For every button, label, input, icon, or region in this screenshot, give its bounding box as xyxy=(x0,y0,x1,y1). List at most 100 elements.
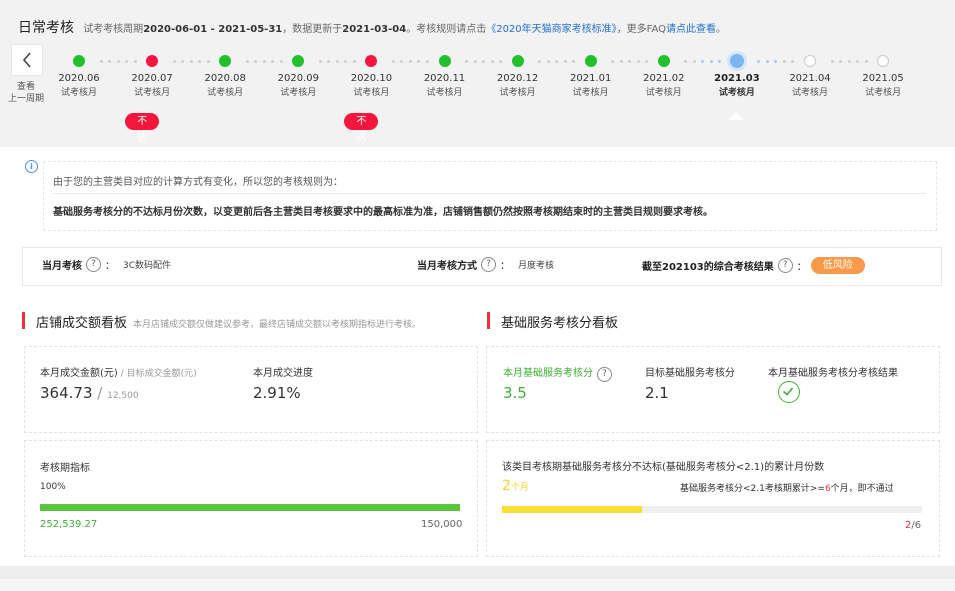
month-label: 2020.11 xyxy=(423,73,466,84)
timeline-month-2020.09[interactable]: 2020.09 试考核月 xyxy=(268,72,328,100)
help-icon[interactable]: ? xyxy=(597,367,612,382)
timeline-connector-dot xyxy=(318,59,322,63)
help-icon[interactable]: ? xyxy=(481,257,496,272)
timeline-connector-dot xyxy=(425,59,429,63)
fail-fraction: 2/6 xyxy=(905,520,922,531)
timeline-month-2020.08[interactable]: 2020.08 试考核月 xyxy=(195,72,255,100)
timeline-connector-dot xyxy=(254,59,258,63)
current-month-pointer xyxy=(728,112,744,120)
timeline-month-2020.06[interactable]: 2020.06 试考核月 xyxy=(49,72,109,100)
current-assessment: 当月考核 ? ： 3C数码配件 xyxy=(42,257,172,272)
month-sub-label: 试考核月 xyxy=(60,88,97,98)
month-label: 2021.01 xyxy=(570,73,612,84)
timeline-connector-dot xyxy=(473,59,477,63)
score-label: 本月基础服务考核分? xyxy=(503,364,616,382)
sales-board-desc: 本月店铺成交额仅做建议参考，最终店铺成交额以考核期指标进行考核。 xyxy=(133,320,422,330)
bottom-strip xyxy=(0,579,955,591)
timeline-month-2021.05[interactable]: 2021.05 试考核月 xyxy=(853,72,913,100)
timeline-connector-dot xyxy=(391,59,395,63)
timeline-dot-2021.01[interactable] xyxy=(584,55,597,67)
rules-link[interactable]: 《2020年天猫商家考核标准》 xyxy=(486,24,616,35)
fail-rule: 基础服务考核分<2.1考核期累计>=6个月，即不通过 xyxy=(680,484,894,494)
assessment-period: 2020-06-01 - 2021-05-31 xyxy=(143,24,283,35)
timeline-connector-dot xyxy=(262,59,266,63)
timeline-connector-dot xyxy=(563,59,567,63)
period-percent: 100% xyxy=(40,482,66,492)
timeline-connector-dot xyxy=(830,59,834,63)
timeline-month-2020.10[interactable]: 2020.10 试考核月 xyxy=(341,72,401,100)
check-circle-icon xyxy=(778,381,800,403)
month-label: 2020.06 xyxy=(58,73,100,84)
month-label: 2021.02 xyxy=(643,73,685,84)
risk-badge: 低风险 xyxy=(810,257,865,274)
timeline-month-2021.03[interactable]: 2021.03 试考核月 xyxy=(707,72,767,100)
timeline-connector-dot xyxy=(465,59,468,63)
timeline-dot-2021.05[interactable] xyxy=(877,55,890,67)
timeline-month-2020.11[interactable]: 2020.11 试考核月 xyxy=(415,72,475,100)
timeline-connector-dot xyxy=(546,59,550,63)
period-progress-bar xyxy=(40,504,460,511)
amount-label: 本月成交金额(元) / 目标成交金额(元) xyxy=(40,368,197,379)
fail-progress-bar xyxy=(502,506,922,513)
timeline-connector-dot xyxy=(636,59,640,63)
help-icon[interactable]: ? xyxy=(777,258,793,273)
period-value: 252,539.27 xyxy=(40,519,98,530)
timeline-connector-dot xyxy=(327,59,331,63)
period-label: 考核期指标 xyxy=(40,463,90,474)
target-score-label: 目标基础服务考核分 xyxy=(645,368,735,379)
month-label: 2020.10 xyxy=(350,73,393,84)
timeline-dot-2021.02[interactable] xyxy=(657,55,670,67)
timeline-month-2021.04[interactable]: 2021.04 试考核月 xyxy=(780,72,840,100)
timeline-dot-2020.12[interactable] xyxy=(511,55,524,67)
timeline-connector-dot xyxy=(765,59,769,63)
month-sub-label: 试考核月 xyxy=(134,88,171,98)
timeline-month-2021.02[interactable]: 2021.02 试考核月 xyxy=(634,72,694,100)
timeline-connector-dot xyxy=(245,59,249,63)
title-row: 日常考核 试考考核周期2020-06-01 - 2021-05-31，数据更新于… xyxy=(18,20,727,36)
timeline-connector-dot xyxy=(279,59,283,63)
timeline-connector-dot xyxy=(692,59,696,63)
progress-value: 2.91% xyxy=(253,384,301,402)
timeline-connector-dot xyxy=(133,59,137,63)
info-icon: i xyxy=(25,160,38,173)
update-date: 2021-03-04 xyxy=(342,24,407,35)
timeline-connector-dot xyxy=(611,59,615,63)
timeline-dot-2020.07[interactable] xyxy=(146,55,159,67)
previous-period-label[interactable]: 查看 上一周期 xyxy=(3,81,49,105)
timeline-connector-dot xyxy=(645,59,649,63)
month-label: 2020.07 xyxy=(131,73,173,84)
score-result-label: 本月基础服务考核分考核结果 xyxy=(768,368,898,379)
timeline-dot-2021.03[interactable] xyxy=(729,54,744,68)
period-progress-fill xyxy=(40,504,460,511)
timeline-month-2020.12[interactable]: 2020.12 试考核月 xyxy=(488,72,548,100)
timeline-connector-dot xyxy=(684,59,688,63)
timeline-connector-dot xyxy=(490,59,494,63)
help-icon[interactable]: ? xyxy=(86,257,101,272)
month-label: 2020.08 xyxy=(204,73,246,84)
score-value: 3.5 xyxy=(503,384,527,402)
timeline-dot-2021.04[interactable] xyxy=(804,55,816,67)
timeline-connector-dot xyxy=(864,59,868,63)
month-sub-label: 试考核月 xyxy=(645,88,682,98)
service-board-title: 基础服务考核分看板 xyxy=(487,312,618,331)
fail-progress-fill xyxy=(502,506,642,513)
fail-count-label: 该类目考核期基础服务考核分不达标(基础服务考核分<2.1)的累计月份数 xyxy=(502,462,825,473)
month-sub-label: 试考核月 xyxy=(426,88,463,98)
timeline-connector-dot xyxy=(344,59,348,63)
sales-board-title: 店铺成交额看板 本月店铺成交额仅做建议参考，最终店铺成交额以考核期指标进行考核。 xyxy=(22,312,421,331)
month-label: 2020.09 xyxy=(277,73,319,84)
timeline-month-2021.01[interactable]: 2021.01 试考核月 xyxy=(561,72,621,100)
timeline-connector-dot xyxy=(189,59,193,63)
month-sub-label: 试考核月 xyxy=(499,88,536,98)
month-sub-label: 试考核月 xyxy=(572,88,609,98)
previous-period-button[interactable] xyxy=(11,44,43,76)
month-label: 2020.12 xyxy=(496,73,539,84)
notice-rule: 基础服务考核分的不达标月份次数，以变更前后各主营类目考核要求中的最高标准为准，店… xyxy=(53,207,713,218)
fail-badge: 不达标 xyxy=(344,113,379,161)
faq-link[interactable]: 请点此查看 xyxy=(666,24,716,35)
timeline-month-2020.07[interactable]: 2020.07 试考核月 xyxy=(122,72,182,100)
timeline-dot-2020.11[interactable] xyxy=(438,55,451,67)
timeline-dot-2020.06[interactable] xyxy=(73,55,85,67)
timeline-connector-dot xyxy=(172,59,176,63)
month-label: 2021.03 xyxy=(714,73,760,84)
